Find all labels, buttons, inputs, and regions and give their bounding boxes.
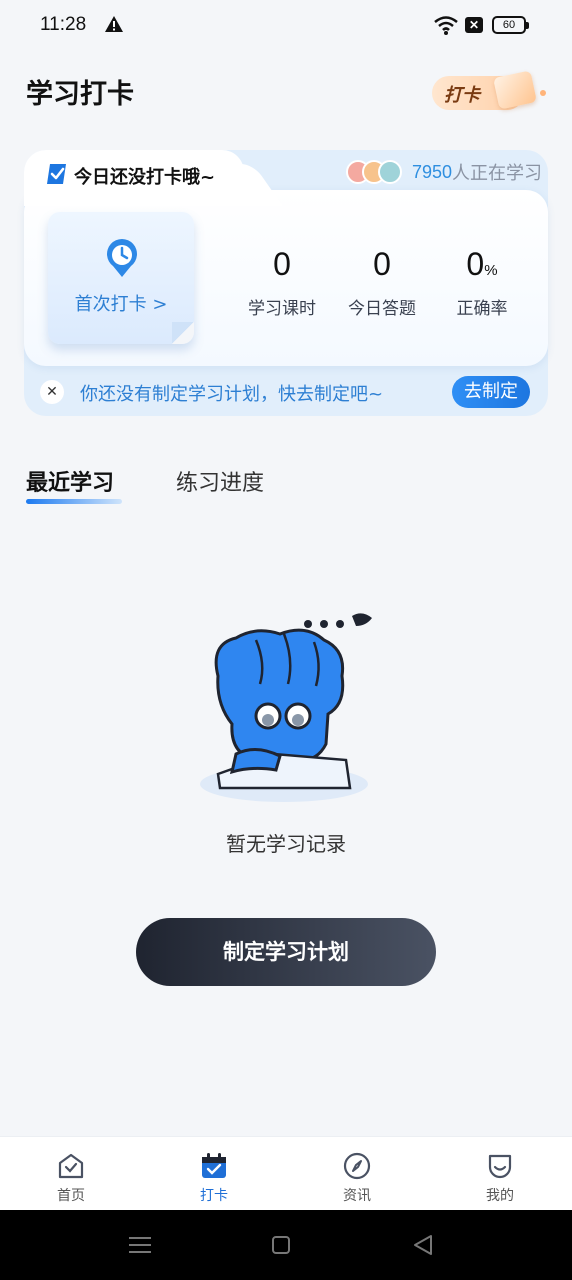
empty-mascot-illustration: [200, 613, 372, 802]
stat-label: 正确率: [456, 299, 508, 319]
stat-label: 学习课时: [248, 299, 316, 319]
bottom-nav: 首页 打卡 资讯 我的: [0, 1136, 572, 1210]
stat-value: 0: [273, 246, 291, 282]
checkin-panel: 今日还没打卡哦~ 7950 人正在学习 首次打卡 > 0 学习课时 0 今日答题…: [24, 150, 548, 416]
decor-dot: [540, 90, 546, 96]
clock-pin-icon: [107, 239, 137, 277]
battery-level: 60: [502, 19, 516, 31]
first-checkin-label: 首次打卡 >: [74, 294, 168, 315]
stat-value: 0%: [466, 246, 498, 282]
nav-item-news[interactable]: 资讯: [307, 1151, 407, 1205]
checkin-status-label: 今日还没打卡哦~: [74, 167, 216, 188]
nav-label: 我的: [486, 1188, 514, 1204]
stat-label: 今日答题: [348, 299, 416, 319]
tab-active-indicator: [26, 499, 122, 504]
first-checkin-button[interactable]: 首次打卡 >: [48, 212, 194, 344]
wifi-icon: [434, 16, 458, 35]
close-icon[interactable]: ✕: [40, 380, 64, 404]
plan-tip-bar: ✕ 你还没有制定学习计划，快去制定吧~ 去制定: [24, 368, 548, 416]
home-icon: [58, 1153, 84, 1179]
tab-recent-study[interactable]: 最近学习: [26, 465, 114, 497]
plan-tip-message: 你还没有制定学习计划，快去制定吧~: [80, 384, 384, 405]
learners-suffix: 人正在学习: [452, 163, 543, 184]
nav-item-profile[interactable]: 我的: [450, 1151, 550, 1205]
menu-icon[interactable]: [129, 1236, 151, 1254]
page-title: 学习打卡: [26, 79, 134, 110]
avatar: [378, 160, 402, 184]
battery-icon: 60: [492, 16, 529, 34]
nav-label: 首页: [57, 1188, 85, 1204]
stat-study-hours: 0 学习课时: [232, 244, 332, 319]
warning-icon: [105, 16, 123, 32]
nav-label: 资讯: [343, 1188, 371, 1204]
checkmark-flag-icon: [47, 164, 66, 184]
status-time: 11:28: [40, 14, 87, 35]
learners-count-row: 7950 人正在学习: [346, 158, 542, 186]
nav-item-home[interactable]: 首页: [21, 1151, 121, 1205]
make-plan-button[interactable]: 去制定: [452, 376, 530, 408]
calendar-check-icon: [202, 1153, 226, 1178]
back-triangle-icon[interactable]: [412, 1234, 434, 1256]
create-study-plan-button[interactable]: 制定学习计划: [136, 918, 436, 986]
checkin-badge-button[interactable]: 打卡: [432, 70, 546, 114]
nav-item-checkin[interactable]: 打卡: [164, 1151, 264, 1205]
learner-avatars: [346, 159, 404, 185]
stat-accuracy: 0% 正确率: [432, 244, 532, 319]
empty-state-text: 暂无学习记录: [226, 832, 346, 856]
home-square-icon[interactable]: [272, 1236, 290, 1254]
learners-count: 7950: [412, 161, 453, 182]
checkin-badge-label: 打卡: [444, 85, 480, 106]
tab-practice-progress[interactable]: 练习进度: [176, 465, 264, 497]
stat-value: 0: [373, 246, 391, 282]
checkin-card-icon: [493, 70, 537, 110]
nav-label: 打卡: [200, 1188, 228, 1204]
system-nav-bar: [0, 1210, 572, 1280]
notification-x-icon: ✕: [465, 17, 483, 33]
checkin-card-tab: 今日还没打卡哦~: [24, 150, 244, 206]
compass-icon: [343, 1152, 371, 1180]
profile-icon: [488, 1154, 512, 1179]
stat-today-answers: 0 今日答题: [332, 244, 432, 319]
status-bar: 11:28 ✕ 60: [0, 0, 572, 52]
